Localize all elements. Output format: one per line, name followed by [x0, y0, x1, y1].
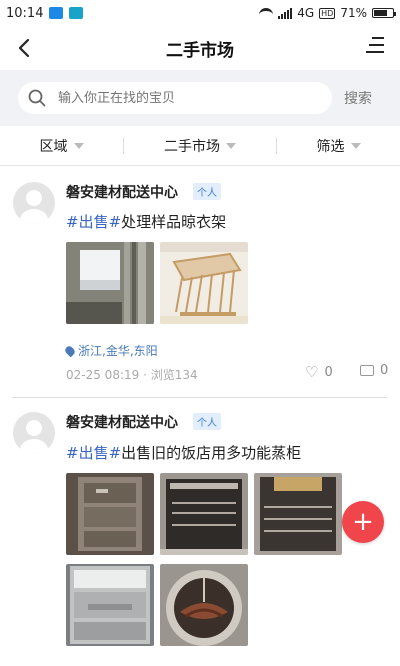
filter-region-label: 区域: [39, 139, 68, 155]
avatar[interactable]: [13, 182, 55, 224]
battery-percent: 71%: [340, 6, 367, 20]
message-icon: [49, 7, 64, 19]
filter-screen[interactable]: 筛选: [277, 126, 400, 166]
heart-icon: ♡: [305, 363, 319, 381]
filter-market-label: 二手市场: [164, 139, 220, 155]
network-type: 4G: [297, 6, 315, 20]
caret-down-icon: [350, 143, 361, 149]
personal-badge: 个人: [193, 183, 221, 200]
post-title: 处理样品晾衣架: [121, 213, 227, 231]
caret-down-icon: [73, 143, 84, 149]
status-time: 10:14: [6, 5, 44, 21]
like-button[interactable]: ♡ 0: [305, 363, 333, 381]
post-hashtag[interactable]: #出售#: [66, 213, 121, 231]
signal-icon: [278, 7, 293, 19]
post-location: 浙江,金华,东阳: [63, 342, 158, 359]
post-author[interactable]: 磐安建材配送中心: [66, 412, 178, 432]
filter-market[interactable]: 二手市场: [124, 126, 276, 166]
comment-icon: [360, 365, 374, 376]
caret-down-icon: [226, 143, 236, 149]
search-area: 搜索: [0, 70, 400, 126]
comment-button[interactable]: 0: [360, 363, 388, 378]
post-card[interactable]: 磐安建材配送中心 个人 #出售#处理样品晾衣架 浙江,金华,东阳 02-25 0…: [0, 166, 400, 398]
post-hashtag[interactable]: #出售#: [66, 444, 121, 462]
filter-region[interactable]: 区域: [0, 126, 123, 166]
post-image[interactable]: [160, 473, 248, 555]
personal-badge: 个人: [193, 413, 221, 430]
filter-bar: 区域 二手市场 筛选: [0, 126, 400, 166]
add-post-button[interactable]: +: [342, 501, 384, 543]
nav-bar: 二手市场: [0, 26, 400, 70]
post-meta: 02-25 08:19 · 浏览134: [66, 368, 198, 382]
post-location-text: 浙江,金华,东阳: [78, 344, 158, 358]
post-image[interactable]: [66, 242, 154, 324]
post-image[interactable]: [160, 564, 248, 646]
post-text[interactable]: #出售#处理样品晾衣架: [66, 211, 226, 232]
hd-icon: HD: [319, 7, 336, 19]
location-pin-icon: [63, 344, 77, 357]
search-box[interactable]: [18, 82, 332, 114]
scan-icon: [69, 7, 84, 19]
search-button[interactable]: 搜索: [344, 88, 372, 108]
post-author[interactable]: 磐安建材配送中心: [66, 182, 178, 202]
post-title: 出售旧的饭店用多功能蒸柜: [121, 444, 302, 462]
search-input[interactable]: [58, 90, 298, 106]
post-text[interactable]: #出售#出售旧的饭店用多功能蒸柜: [66, 442, 301, 463]
comment-count: 0: [380, 363, 389, 378]
wifi-icon: [259, 8, 274, 18]
post-image[interactable]: [66, 564, 154, 646]
plus-icon: +: [352, 507, 374, 537]
status-bar: 10:14 4G HD 71%: [0, 0, 400, 26]
page-title: 二手市场: [166, 40, 234, 61]
menu-icon[interactable]: [366, 37, 384, 57]
back-arrow-icon[interactable]: [12, 34, 40, 62]
post-image[interactable]: [66, 473, 154, 555]
post-card[interactable]: 磐安建材配送中心 个人 #出售#出售旧的饭店用多功能蒸柜: [0, 398, 400, 666]
post-image[interactable]: [254, 473, 342, 555]
like-count: 0: [324, 364, 333, 380]
battery-icon: [372, 8, 396, 18]
search-icon: [28, 89, 46, 107]
filter-screen-label: 筛选: [316, 139, 345, 155]
post-image[interactable]: [160, 242, 248, 324]
avatar[interactable]: [13, 412, 55, 454]
